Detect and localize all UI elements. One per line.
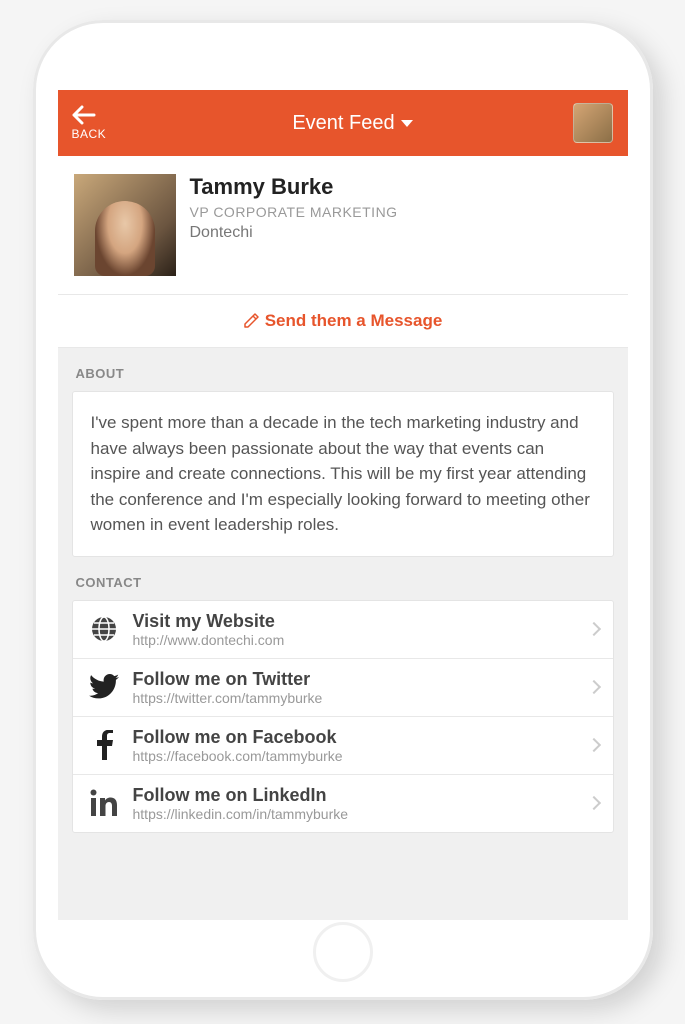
contact-subtitle: https://linkedin.com/in/tammyburke xyxy=(133,806,577,822)
contact-text: Visit my Website http://www.dontechi.com xyxy=(133,611,577,648)
compose-icon xyxy=(243,313,259,329)
caret-down-icon xyxy=(401,120,413,127)
content-scroll: Tammy Burke VP CORPORATE MARKETING Donte… xyxy=(58,156,628,920)
app-header: BACK Event Feed xyxy=(58,90,628,156)
contact-linkedin[interactable]: Follow me on LinkedIn https://linkedin.c… xyxy=(73,775,613,832)
contact-subtitle: https://facebook.com/tammyburke xyxy=(133,748,577,764)
contact-section-label: CONTACT xyxy=(58,557,628,600)
contact-text: Follow me on LinkedIn https://linkedin.c… xyxy=(133,785,577,822)
contact-subtitle: https://twitter.com/tammyburke xyxy=(133,690,577,706)
chevron-right-icon xyxy=(586,622,600,636)
profile-picture[interactable] xyxy=(74,174,176,276)
chevron-right-icon xyxy=(586,738,600,752)
profile-info: Tammy Burke VP CORPORATE MARKETING Donte… xyxy=(190,174,398,276)
contact-facebook[interactable]: Follow me on Facebook https://facebook.c… xyxy=(73,717,613,775)
header-title-text: Event Feed xyxy=(292,112,394,135)
user-avatar-thumbnail[interactable] xyxy=(573,103,613,143)
contact-title: Follow me on Twitter xyxy=(133,669,577,690)
contact-website[interactable]: Visit my Website http://www.dontechi.com xyxy=(73,601,613,659)
header-title-dropdown[interactable]: Event Feed xyxy=(292,112,412,135)
contact-text: Follow me on Twitter https://twitter.com… xyxy=(133,669,577,706)
back-arrow-icon xyxy=(72,105,96,125)
back-button[interactable]: BACK xyxy=(72,105,132,141)
globe-icon xyxy=(87,612,121,646)
profile-header: Tammy Burke VP CORPORATE MARKETING Donte… xyxy=(58,156,628,294)
twitter-icon xyxy=(87,670,121,704)
facebook-icon xyxy=(87,728,121,762)
contact-list: Visit my Website http://www.dontechi.com… xyxy=(72,600,614,833)
profile-name: Tammy Burke xyxy=(190,174,398,200)
about-section-label: ABOUT xyxy=(58,348,628,391)
back-label: BACK xyxy=(72,127,107,141)
chevron-right-icon xyxy=(586,796,600,810)
contact-title: Follow me on Facebook xyxy=(133,727,577,748)
profile-company: Dontechi xyxy=(190,224,398,242)
linkedin-icon xyxy=(87,786,121,820)
send-message-label: Send them a Message xyxy=(265,311,443,331)
contact-subtitle: http://www.dontechi.com xyxy=(133,632,577,648)
contact-title: Follow me on LinkedIn xyxy=(133,785,577,806)
app-screen: BACK Event Feed Tammy Burke VP CORPORATE… xyxy=(58,90,628,920)
phone-frame: BACK Event Feed Tammy Burke VP CORPORATE… xyxy=(33,20,653,1000)
contact-title: Visit my Website xyxy=(133,611,577,632)
send-message-button[interactable]: Send them a Message xyxy=(58,294,628,348)
contact-twitter[interactable]: Follow me on Twitter https://twitter.com… xyxy=(73,659,613,717)
chevron-right-icon xyxy=(586,680,600,694)
contact-text: Follow me on Facebook https://facebook.c… xyxy=(133,727,577,764)
home-button[interactable] xyxy=(313,922,373,982)
profile-role: VP CORPORATE MARKETING xyxy=(190,204,398,220)
about-text: I've spent more than a decade in the tec… xyxy=(72,391,614,557)
